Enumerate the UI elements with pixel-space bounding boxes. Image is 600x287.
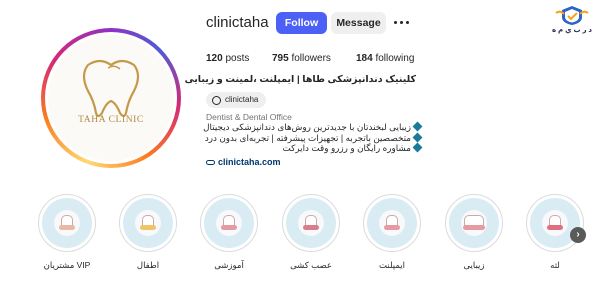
highlight-cover	[449, 198, 499, 248]
shield-logo-icon	[555, 6, 589, 25]
highlight-label: مشتریان VIP	[43, 260, 91, 270]
profile-avatar[interactable]: TAHA CLINIC	[41, 28, 181, 168]
website-link-text: clinictaha.com	[218, 157, 281, 167]
website-link[interactable]: clinictaha.com	[206, 157, 281, 167]
posts-label: posts	[222, 53, 250, 64]
bio-text: زیبایی لبخندتان با جدیدترین روش‌های دندا…	[203, 121, 423, 154]
highlight-label: ایمپلنت	[379, 260, 405, 270]
message-button[interactable]: Message	[331, 12, 386, 34]
follow-button[interactable]: Follow	[276, 12, 327, 34]
following-label: following	[372, 53, 415, 64]
followers-label: followers	[288, 53, 331, 64]
highlight-label: عصب کشی	[290, 260, 332, 270]
bio-title: کلینیک دندانپزشکی طاها | ایمپلنت ،لمینت …	[184, 74, 416, 85]
threads-handle: clinictaha	[225, 95, 259, 104]
posts-stat: 120 posts	[206, 53, 249, 64]
highlight-label: زیبایی	[463, 260, 485, 270]
chevron-right-icon[interactable]: ›	[570, 227, 586, 243]
diamond-bullet-icon	[412, 121, 423, 132]
tooth-logo-icon	[82, 59, 140, 118]
profile-username: clinictaha	[206, 14, 269, 31]
followers-stat[interactable]: 795 followers	[272, 53, 331, 64]
clinic-logo-image: TAHA CLINIC	[48, 35, 174, 161]
bio-line: زیبایی لبخندتان با جدیدترین روش‌های دندا…	[203, 121, 423, 133]
highlight-cover	[123, 198, 173, 248]
more-options-icon[interactable]	[393, 15, 411, 29]
highlight-cover	[286, 198, 336, 248]
posts-count: 120	[206, 53, 223, 64]
corner-logo-text: د ر ب ي م ه	[551, 27, 593, 34]
profile-category: Dentist & Dental Office	[206, 112, 292, 122]
corner-watermark-logo: د ر ب ي م ه	[548, 4, 596, 38]
followers-count: 795	[272, 53, 289, 64]
highlight-label: لثه	[550, 260, 560, 270]
following-stat[interactable]: 184 following	[356, 53, 414, 64]
highlight-cosmetic[interactable]: زیبایی	[441, 194, 507, 271]
highlight-cover	[204, 198, 254, 248]
highlight-vip-clients[interactable]: مشتریان VIP	[34, 194, 100, 271]
highlight-cover	[42, 198, 92, 248]
threads-icon	[212, 95, 221, 105]
highlight-label: اطفال	[136, 260, 160, 270]
bio-line: متخصصین باتجربه | تجهیزات پیشرفته | تجرب…	[205, 132, 423, 144]
highlight-implant[interactable]: ایمپلنت	[359, 194, 425, 271]
highlight-label: آموزشی	[214, 260, 244, 270]
link-icon	[206, 159, 215, 165]
threads-link[interactable]: clinictaha	[206, 92, 267, 108]
highlight-education[interactable]: آموزشی	[196, 194, 262, 271]
highlight-root-canal[interactable]: عصب کشی	[278, 194, 344, 271]
highlight-kids[interactable]: اطفال	[115, 194, 181, 271]
highlight-cover	[367, 198, 417, 248]
diamond-bullet-icon	[412, 142, 423, 153]
bio-line: مشاوره رایگان و رزرو وقت دایرکت	[206, 142, 423, 154]
diamond-bullet-icon	[412, 132, 423, 142]
following-count: 184	[356, 53, 373, 64]
avatar-caption: TAHA CLINIC	[78, 115, 144, 125]
